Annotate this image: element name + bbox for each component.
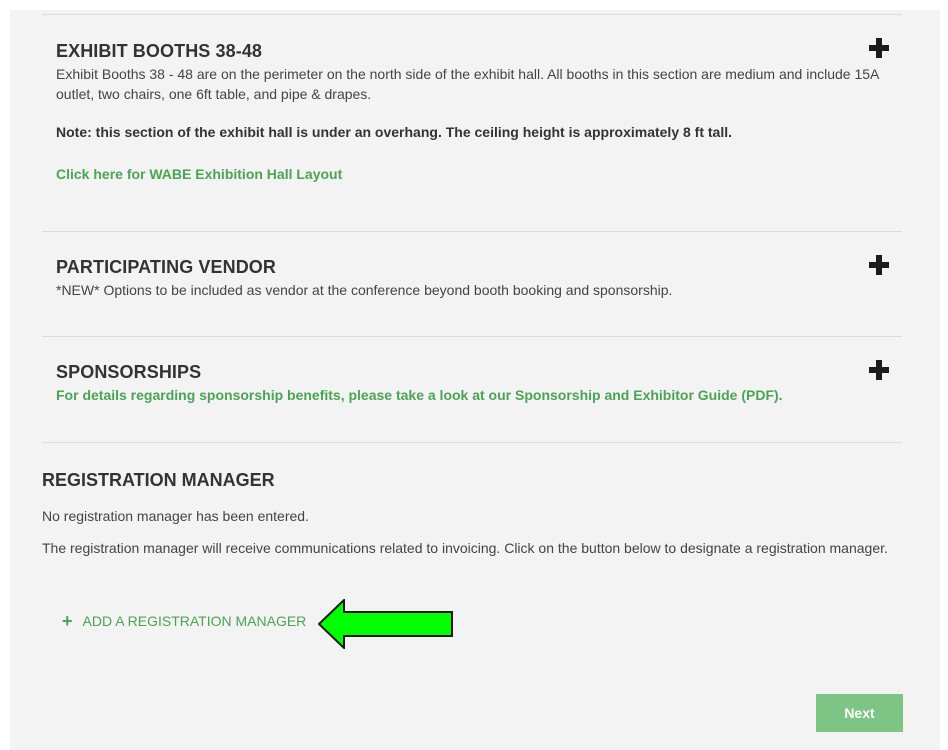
section-divider	[42, 336, 902, 337]
section-title: PARTICIPATING VENDOR	[56, 257, 277, 277]
section-note: Note: this section of the exhibit hall i…	[56, 124, 732, 140]
section-description: Exhibit Booths 38 - 48 are on the perime…	[56, 66, 879, 102]
add-registration-manager-label: ADD A REGISTRATION MANAGER	[82, 613, 307, 629]
sponsorship-guide-link[interactable]: For details regarding sponsorship benefi…	[56, 385, 901, 405]
registration-info-text: The registration manager will receive co…	[42, 540, 888, 556]
hall-layout-link[interactable]: Click here for WABE Exhibition Hall Layo…	[56, 164, 901, 184]
section-participating-vendor: PARTICIPATING VENDOR *NEW* Options to be…	[56, 256, 901, 300]
section-divider	[42, 442, 902, 443]
section-divider	[42, 14, 902, 15]
section-divider	[42, 231, 902, 232]
section-title: EXHIBIT BOOTHS 38-48	[56, 41, 263, 61]
registration-status-text: No registration manager has been entered…	[42, 508, 309, 524]
plus-icon: +	[62, 611, 73, 631]
registration-manager-title: REGISTRATION MANAGER	[42, 470, 275, 490]
next-button[interactable]: Next	[816, 694, 903, 732]
section-sponsorships: SPONSORSHIPS For details regarding spons…	[56, 361, 901, 405]
section-description: *NEW* Options to be included as vendor a…	[56, 282, 673, 298]
expand-plus-icon[interactable]	[869, 38, 889, 58]
arrow-left-icon	[318, 599, 453, 649]
section-exhibit-booths: EXHIBIT BOOTHS 38-48 Exhibit Booths 38 -…	[56, 40, 901, 184]
section-title: SPONSORSHIPS	[56, 362, 202, 382]
expand-plus-icon[interactable]	[869, 360, 889, 380]
expand-plus-icon[interactable]	[869, 255, 889, 275]
add-registration-manager-button[interactable]: + ADD A REGISTRATION MANAGER	[62, 612, 306, 630]
